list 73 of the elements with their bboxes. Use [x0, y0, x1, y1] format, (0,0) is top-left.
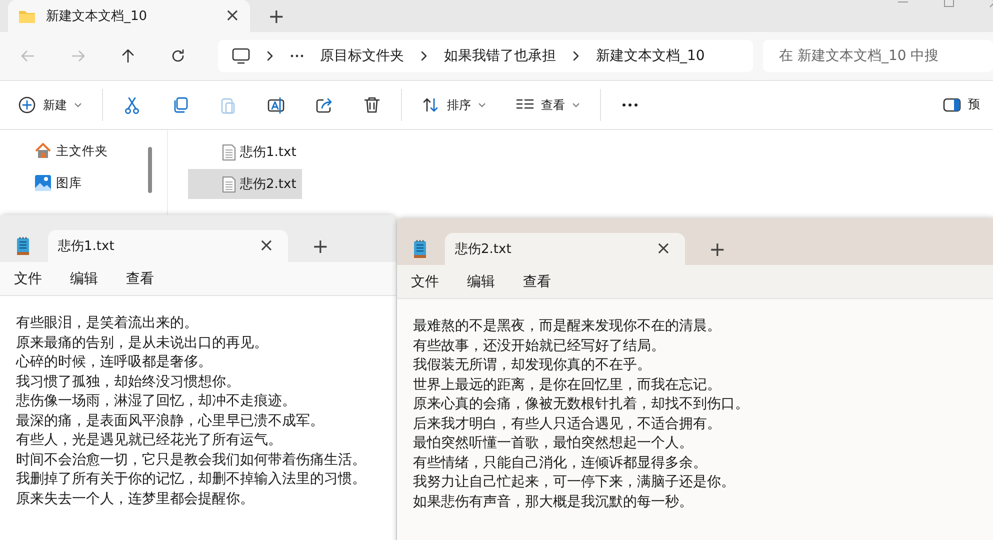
close-tab-button[interactable]: ×: [224, 7, 240, 25]
sidebar-item[interactable]: 主文件夹: [34, 142, 140, 160]
chevron-icon: [266, 51, 274, 61]
text-line: 如果悲伤有声音，那大概是我沉默的每一秒。: [413, 492, 694, 512]
text-line: 时间不会治愈一切，它只是教会我们如何带着伤痛生活。: [16, 450, 367, 470]
sort-icon: [422, 96, 440, 114]
preview-pane-button[interactable]: 预: [943, 96, 980, 113]
sort-button[interactable]: 排序: [422, 96, 486, 114]
text-line: 有些眼泪，是笑着流出来的。: [16, 314, 199, 333]
text-line: 有些故事，还没开始就已经写好了结局。: [413, 336, 666, 356]
rename-icon[interactable]: [267, 96, 285, 114]
folder-tab[interactable]: 新建文本文档_10 ×: [8, 0, 250, 32]
text-line: 最怕突然听懂一首歌，最怕突然想起一个人。: [413, 434, 694, 453]
panel-icon: [943, 96, 961, 112]
new-button[interactable]: 新建: [18, 96, 82, 114]
text-line: 我删掉了所有关于你的记忆，却删不掉输入法里的习惯。: [16, 470, 367, 489]
text-line: 有些人，光是遇见就已经花光了所有运气。: [16, 431, 283, 450]
text-file-icon: [222, 144, 236, 160]
tab-title: 悲伤2.txt: [455, 241, 512, 258]
text-file-icon: [222, 176, 236, 192]
text-line: 我努力让自己忙起来，可一停下来，满脑子还是你。: [413, 473, 736, 492]
text-line: 我假装无所谓，却发现你真的不在乎。: [413, 356, 652, 375]
close-tab-button[interactable]: ×: [656, 240, 671, 258]
text-line: 最深的痛，是表面风平浪静，心里早已溃不成军。: [16, 412, 325, 430]
home-icon: [34, 142, 52, 160]
file-item[interactable]: 悲伤2.txt: [188, 169, 302, 199]
text-line: 原来失去一个人，连梦里都会提醒你。: [16, 490, 255, 508]
notepad-icon: [413, 238, 427, 258]
close-tab-button[interactable]: ×: [258, 237, 274, 255]
text-line: 心碎的时候，连呼吸都是奢侈。: [16, 353, 213, 372]
breadcrumb[interactable]: 原目标文件夹: [320, 47, 404, 65]
menu-item[interactable]: 编辑: [70, 270, 98, 288]
text-line: 有些情绪，只能自己消化，连倾诉都显得多余。: [413, 454, 708, 472]
document-tab[interactable]: 悲伤1.txt ×: [48, 230, 288, 262]
new-icon: [18, 96, 36, 114]
scrollbar-thumb[interactable]: [148, 147, 152, 193]
file-item[interactable]: 悲伤1.txt: [188, 137, 302, 167]
tab-title: 悲伤1.txt: [58, 238, 114, 255]
menu-item[interactable]: 文件: [14, 270, 42, 288]
text-line: 后来我才明白，有些人只适合遇见，不适合拥有。: [413, 414, 722, 434]
cut-icon[interactable]: [123, 96, 141, 114]
share-icon[interactable]: [315, 96, 333, 114]
ellipsis-icon[interactable]: [290, 54, 304, 58]
menu-item[interactable]: 编辑: [467, 272, 495, 290]
breadcrumb[interactable]: 如果我错了也承担: [444, 47, 556, 65]
text-line: 我习惯了孤独，却始终没习惯想你。: [16, 372, 241, 392]
folder-icon: [18, 8, 36, 24]
address-bar[interactable]: 原目标文件夹 如果我错了也承担 新建文本文档_10: [218, 40, 753, 72]
menu-item[interactable]: 查看: [126, 270, 154, 288]
notepad-icon: [16, 236, 30, 256]
chevron-icon: [572, 51, 580, 61]
new-tab-button[interactable]: +: [312, 236, 329, 256]
tab-title: 新建文本文档_10: [46, 8, 148, 25]
document-tab[interactable]: 悲伤2.txt ×: [445, 233, 685, 265]
menu-item[interactable]: 查看: [523, 272, 551, 290]
text-line: 世界上最远的距离，是你在回忆里，而我在忘记。: [413, 376, 722, 394]
image-icon: [34, 174, 52, 192]
text-line: 原来心真的会痛，像被无数根针扎着，却找不到伤口。: [413, 395, 750, 414]
text-line: 原来最痛的告别，是从未说出口的再见。: [16, 334, 269, 352]
trash-icon[interactable]: [363, 96, 381, 114]
monitor-icon: [232, 48, 250, 64]
refresh-icon[interactable]: [170, 48, 186, 64]
breadcrumb[interactable]: 新建文本文档_10: [596, 47, 705, 65]
new-tab-button[interactable]: +: [709, 238, 726, 258]
text-line: 最难熬的不是黑夜，而是醒来发现你不在的清晨。: [413, 317, 722, 336]
up-icon[interactable]: [120, 48, 136, 64]
menu-item[interactable]: 文件: [411, 272, 439, 290]
chevron-icon: [420, 51, 428, 61]
text-line: 悲伤像一场雨，淋湿了回忆，却冲不走痕迹。: [16, 392, 297, 411]
new-tab-button[interactable]: +: [268, 6, 285, 26]
search-field[interactable]: 在 新建文本文档_10 中搜: [763, 40, 993, 72]
view-button[interactable]: 查看: [516, 96, 580, 114]
sidebar-item[interactable]: 图库: [34, 174, 140, 192]
